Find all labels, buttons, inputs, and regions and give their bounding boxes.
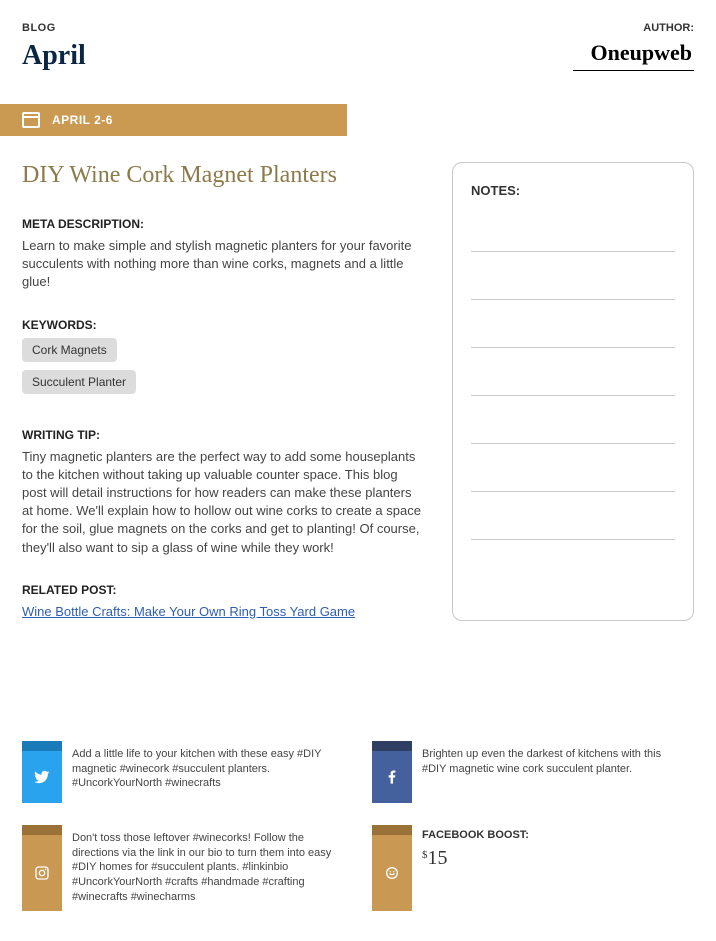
- notes-line[interactable]: [471, 414, 675, 444]
- writing-tip-label: WRITING TIP:: [22, 428, 422, 442]
- calendar-icon: [22, 112, 40, 128]
- twitter-block: Add a little life to your kitchen with t…: [22, 741, 344, 803]
- twitter-icon: [22, 751, 62, 803]
- notes-line[interactable]: [471, 366, 675, 396]
- facebook-icon: [372, 751, 412, 803]
- date-bar: APRIL 2-6: [0, 104, 347, 136]
- page-month: April: [22, 40, 86, 72]
- meta-description-label: META DESCRIPTION:: [22, 217, 422, 231]
- date-range: APRIL 2-6: [52, 113, 113, 127]
- keywords-label: KEYWORDS:: [22, 318, 422, 332]
- instagram-text: Don't toss those leftover #winecorks! Fo…: [62, 825, 344, 911]
- writing-tip-text: Tiny magnetic planters are the perfect w…: [22, 448, 422, 557]
- related-post-label: RELATED POST:: [22, 583, 422, 597]
- notes-line[interactable]: [471, 462, 675, 492]
- meta-description-text: Learn to make simple and stylish magneti…: [22, 237, 422, 292]
- facebook-boost-label: FACEBOOK BOOST:: [422, 829, 529, 841]
- author-label: AUTHOR:: [573, 22, 694, 34]
- facebook-block: Brighten up even the darkest of kitchens…: [372, 741, 694, 803]
- blog-label: BLOG: [22, 22, 86, 34]
- notes-line[interactable]: [471, 222, 675, 252]
- brand-name: Oneupweb: [573, 40, 694, 66]
- notes-line[interactable]: [471, 318, 675, 348]
- facebook-text: Brighten up even the darkest of kitchens…: [412, 741, 694, 803]
- notes-label: NOTES:: [471, 183, 675, 198]
- notes-line[interactable]: [471, 510, 675, 540]
- facebook-boost-block: FACEBOOK BOOST: $15: [372, 825, 694, 911]
- related-post-link[interactable]: Wine Bottle Crafts: Make Your Own Ring T…: [22, 604, 355, 619]
- facebook-boost-amount: $15: [422, 847, 529, 870]
- instagram-block: Don't toss those leftover #winecorks! Fo…: [22, 825, 344, 911]
- notes-panel: NOTES:: [452, 162, 694, 621]
- notes-line[interactable]: [471, 270, 675, 300]
- keyword-tag[interactable]: Succulent Planter: [22, 370, 136, 394]
- keyword-tag[interactable]: Cork Magnets: [22, 338, 117, 362]
- post-title: DIY Wine Cork Magnet Planters: [22, 162, 422, 189]
- twitter-text: Add a little life to your kitchen with t…: [62, 741, 344, 803]
- instagram-icon: [22, 835, 62, 911]
- boost-icon: [372, 835, 412, 911]
